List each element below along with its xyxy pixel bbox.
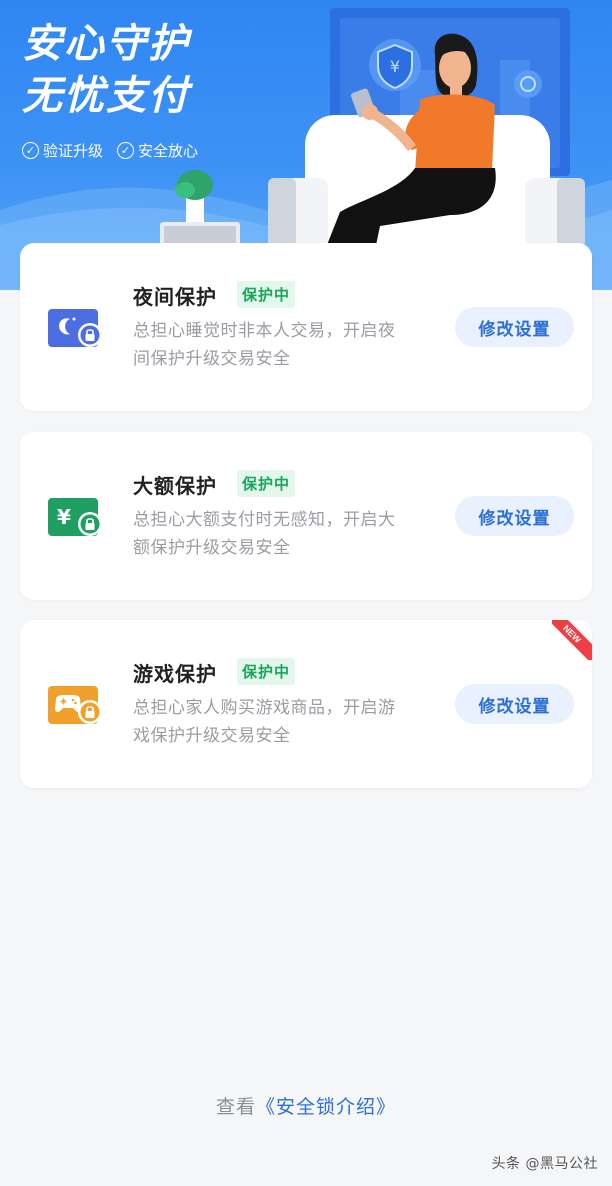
card-description: 总担心家人购买游戏商品，开启游 戏保护升级交易安全: [133, 694, 433, 750]
card-description: 总担心睡觉时非本人交易，开启夜 间保护升级交易安全: [133, 317, 433, 373]
card-title: 夜间保护: [133, 285, 217, 309]
check-circle-icon: ✓: [22, 142, 39, 159]
badge-verify: ✓ 验证升级: [22, 140, 103, 161]
card-description-line: 间保护升级交易安全: [133, 349, 291, 369]
night-protection-card: 夜间保护 保护中 总担心睡觉时非本人交易，开启夜 间保护升级交易安全 修改设置: [20, 243, 592, 411]
card-title: 游戏保护: [133, 662, 217, 686]
card-description-line: 总担心家人购买游戏商品，开启游: [133, 698, 396, 718]
game-protection-card: NEW 游戏保护 保护中 总担心家人购买游戏商品，开启游 戏保护升级交易安全 修…: [20, 620, 592, 788]
card-description: 总担心大额支付时无感知，开启大 额保护升级交易安全: [133, 506, 433, 562]
card-description-line: 额保护升级交易安全: [133, 538, 291, 558]
svg-text:¥: ¥: [57, 505, 71, 529]
card-description-line: 戏保护升级交易安全: [133, 726, 291, 746]
new-ribbon: NEW: [552, 620, 592, 660]
watermark: 头条 @黑马公社: [491, 1156, 598, 1172]
check-circle-icon: ✓: [117, 142, 135, 159]
card-description-line: 总担心睡觉时非本人交易，开启夜: [133, 321, 396, 341]
security-lock-intro-link[interactable]: 查看《安全锁介绍》: [0, 1092, 612, 1119]
status-badge: 保护中: [237, 281, 296, 308]
status-badge: 保护中: [237, 470, 296, 497]
moon-lock-icon: [48, 309, 102, 347]
intro-link-text[interactable]: 《安全锁介绍》: [256, 1096, 396, 1118]
status-badge: 保护中: [237, 658, 296, 685]
modify-settings-button[interactable]: 修改设置: [455, 684, 574, 724]
card-title: 大额保护: [133, 474, 217, 498]
intro-prefix: 查看: [215, 1096, 256, 1118]
yuan-lock-icon: ¥: [48, 498, 102, 536]
gamepad-lock-icon: [48, 686, 102, 724]
card-description-line: 总担心大额支付时无感知，开启大: [133, 510, 396, 530]
svg-text:¥: ¥: [390, 57, 400, 76]
badge-label: 验证升级: [43, 142, 104, 160]
large-amount-protection-card: ¥ 大额保护 保护中 总担心大额支付时无感知，开启大 额保护升级交易安全 修改设…: [20, 432, 592, 600]
modify-settings-button[interactable]: 修改设置: [455, 496, 574, 536]
modify-settings-button[interactable]: 修改设置: [455, 307, 574, 347]
new-ribbon-label: NEW: [552, 620, 592, 660]
